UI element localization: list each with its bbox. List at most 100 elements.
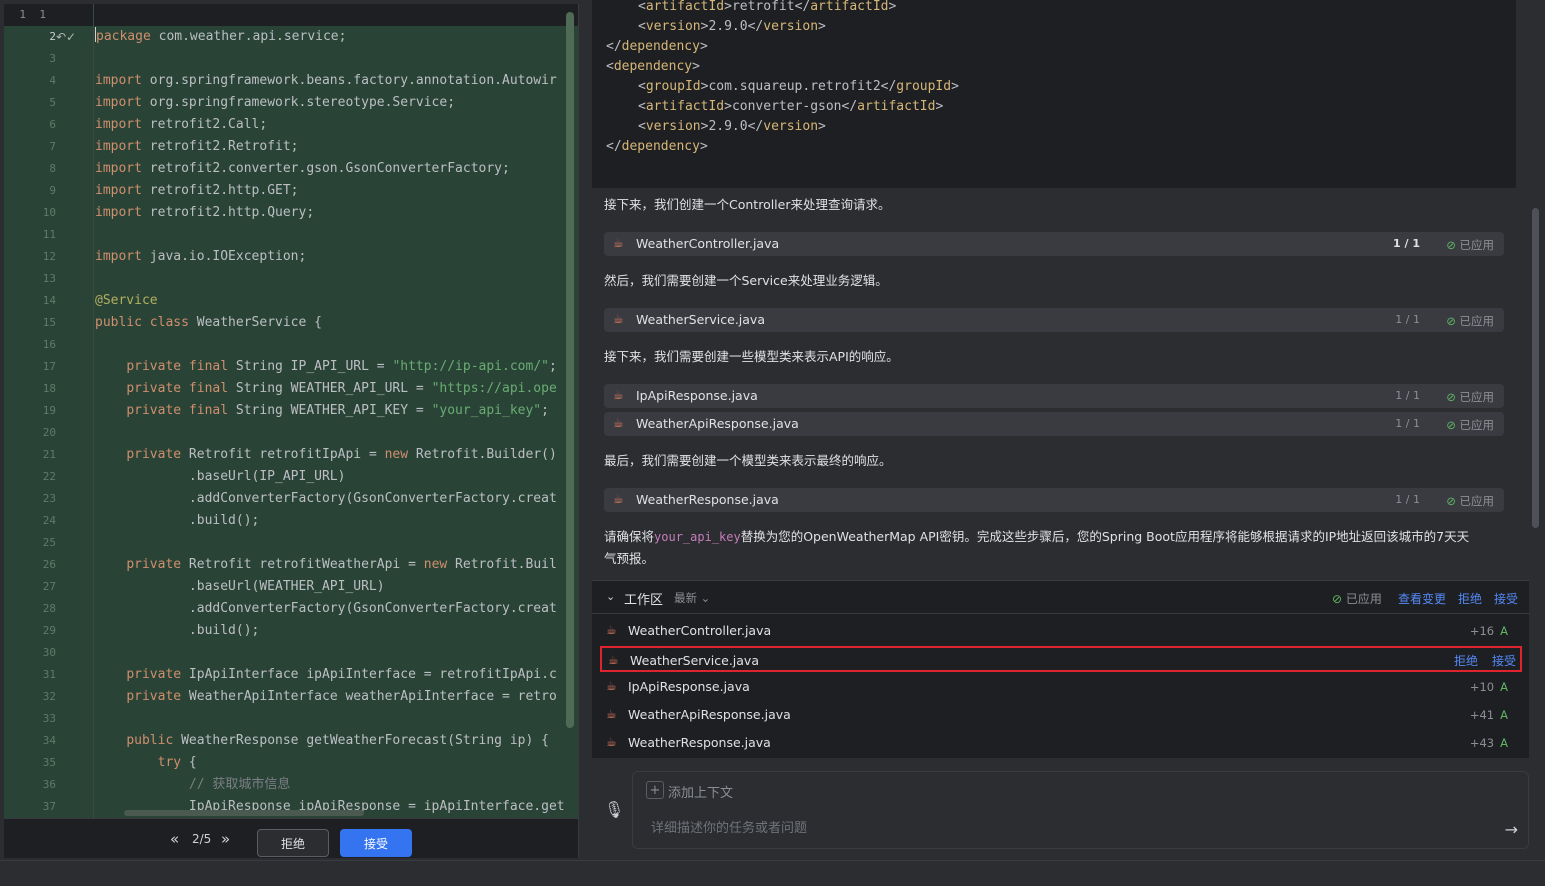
check-circle-icon: ⊘ bbox=[1446, 494, 1460, 508]
workspace-file-name[interactable]: WeatherResponse.java bbox=[628, 735, 771, 750]
add-context-button[interactable]: 添加上下文 bbox=[668, 782, 733, 801]
file-card-name: WeatherApiResponse.java bbox=[636, 416, 799, 431]
file-card[interactable]: ☕ WeatherService.java 1 / 1 ⊘ 已应用 bbox=[604, 308, 1504, 332]
prompt-input[interactable]: 详细描述你的任务或者问题 bbox=[651, 817, 1471, 836]
xml-bracket: </ bbox=[606, 39, 622, 54]
code-token: .baseUrl(WEATHER_API_URL) bbox=[95, 579, 385, 594]
workspace-file-row[interactable]: ☕ WeatherService.java 拒绝 接受 bbox=[600, 646, 1522, 672]
workspace-file-name[interactable]: WeatherController.java bbox=[628, 623, 771, 638]
next-change-icon[interactable]: » bbox=[221, 831, 230, 847]
xml-value: converter-gson bbox=[731, 99, 842, 114]
code-line: import java.io.IOException; bbox=[95, 246, 306, 268]
code-line: private IpApiInterface ipApiInterface = … bbox=[95, 664, 557, 686]
line-number: 16 bbox=[42, 338, 56, 351]
view-changes-link[interactable]: 查看变更 bbox=[1398, 590, 1446, 607]
code-token: import bbox=[95, 183, 142, 198]
chat-scrollbar[interactable] bbox=[1532, 208, 1539, 528]
file-card[interactable]: ☕ WeatherController.java 1 / 1 ⊘ 已应用 bbox=[604, 232, 1504, 256]
code-line: import retrofit2.http.Query; bbox=[95, 202, 314, 224]
code-token: .baseUrl(IP_API_URL) bbox=[95, 469, 346, 484]
workspace-file-name[interactable]: IpApiResponse.java bbox=[628, 679, 750, 694]
workspace-file-row[interactable]: ☕ IpApiResponse.java +10 A bbox=[600, 674, 1522, 700]
xml-tag: version bbox=[645, 19, 701, 34]
workspace-file-name[interactable]: WeatherApiResponse.java bbox=[628, 707, 791, 722]
message-paragraph: 接下来，我们需要创建一些模型类来表示API的响应。 bbox=[604, 349, 899, 364]
workspace-reject-link[interactable]: 拒绝 bbox=[1458, 590, 1482, 607]
status-bar bbox=[0, 860, 1545, 886]
code-line: public WeatherResponse getWeatherForecas… bbox=[95, 730, 549, 752]
line-number: 30 bbox=[42, 646, 56, 659]
code-token: @Service bbox=[95, 293, 158, 308]
xml-bracket: < bbox=[606, 59, 614, 74]
workspace-file-row[interactable]: ☕ WeatherController.java +16 A bbox=[600, 618, 1522, 644]
xml-line: <dependency> bbox=[606, 57, 700, 77]
adds-number: +16 bbox=[1469, 624, 1495, 638]
code-token: retrofit2.Retrofit; bbox=[141, 139, 299, 154]
row-reject-link[interactable]: 拒绝 bbox=[1454, 654, 1478, 668]
code-token: // 获取城市信息 bbox=[188, 777, 291, 792]
xml-tag: groupId bbox=[896, 79, 952, 94]
editor-horizontal-scrollbar[interactable] bbox=[124, 810, 364, 816]
file-card[interactable]: ☕ IpApiResponse.java 1 / 1 ⊘ 已应用 bbox=[604, 384, 1504, 408]
xml-line: <version>2.9.0</version> bbox=[638, 17, 826, 37]
accept-button[interactable]: 接受 bbox=[340, 829, 412, 857]
code-line: import retrofit2.converter.gson.GsonConv… bbox=[95, 158, 510, 180]
java-file-icon: ☕ bbox=[613, 312, 624, 326]
code-token: try bbox=[157, 755, 182, 770]
code-token: java.io.IOException; bbox=[141, 249, 307, 264]
workspace-accept-link[interactable]: 接受 bbox=[1494, 590, 1518, 607]
code-line: private Retrofit retrofitIpApi = new Ret… bbox=[95, 444, 557, 466]
java-file-icon: ☕ bbox=[613, 492, 624, 506]
workspace-file-name[interactable]: WeatherService.java bbox=[630, 653, 759, 668]
reject-button[interactable]: 拒绝 bbox=[257, 829, 329, 857]
chat-input-box[interactable]: + 添加上下文 详细描述你的任务或者问题 → bbox=[632, 771, 1529, 849]
added-flag: A bbox=[1500, 680, 1508, 694]
code-token: IpApiInterface ipApiInterface = retrofit… bbox=[181, 667, 557, 682]
prev-change-icon[interactable]: « bbox=[170, 831, 179, 847]
file-card[interactable]: ☕ WeatherApiResponse.java 1 / 1 ⊘ 已应用 bbox=[604, 412, 1504, 436]
added-flag: A bbox=[1500, 708, 1508, 722]
adds-number: +43 bbox=[1469, 736, 1495, 750]
line-number: 20 bbox=[42, 426, 56, 439]
workspace-file-row[interactable]: ☕ WeatherResponse.java +43 A bbox=[600, 730, 1522, 756]
latest-label: 最新 bbox=[674, 591, 697, 605]
line-number: 24 bbox=[42, 514, 56, 527]
xml-bracket: < bbox=[638, 79, 646, 94]
chevron-down-icon[interactable]: ⌄ bbox=[606, 590, 615, 603]
line-number: 31 bbox=[42, 668, 56, 681]
code-token: { bbox=[181, 755, 197, 770]
line-number: 14 bbox=[42, 294, 56, 307]
file-card[interactable]: ☕ WeatherResponse.java 1 / 1 ⊘ 已应用 bbox=[604, 488, 1504, 512]
workspace-file-row[interactable]: ☕ WeatherApiResponse.java +41 A bbox=[600, 702, 1522, 728]
workspace-latest-dropdown[interactable]: 最新 ⌄ bbox=[674, 590, 710, 606]
xml-bracket: > bbox=[699, 39, 708, 54]
xml-bracket: > bbox=[724, 0, 732, 14]
xml-tag: artifactId bbox=[810, 0, 889, 14]
file-card-name: IpApiResponse.java bbox=[636, 388, 758, 403]
code-token: Retrofit.Buil bbox=[447, 557, 557, 572]
applied-label: 已应用 bbox=[1459, 494, 1495, 508]
workspace-status: ⊘ 已应用 bbox=[1332, 590, 1382, 607]
send-arrow-icon[interactable]: → bbox=[1505, 820, 1518, 839]
code-line: .baseUrl(WEATHER_API_URL) bbox=[95, 576, 385, 598]
code-token: retrofit2.converter.gson.GsonConverterFa… bbox=[141, 161, 510, 176]
editor-vertical-scrollbar[interactable] bbox=[566, 12, 574, 728]
microphone-icon[interactable]: 🎙 bbox=[604, 800, 624, 819]
plus-icon[interactable]: + bbox=[646, 781, 664, 799]
xml-bracket: < bbox=[638, 19, 646, 34]
line-number: 5 bbox=[49, 96, 56, 109]
row-accept-link[interactable]: 接受 bbox=[1492, 654, 1516, 668]
xml-tag: artifactId bbox=[645, 0, 725, 14]
workspace-title[interactable]: 工作区 bbox=[624, 589, 663, 608]
check-circle-icon: ⊘ bbox=[1446, 390, 1460, 404]
code-line: package com.weather.api.service; bbox=[95, 26, 346, 48]
code-line: import retrofit2.Retrofit; bbox=[95, 136, 299, 158]
xml-value: 2.9.0 bbox=[708, 19, 748, 34]
xml-bracket: </ bbox=[606, 139, 622, 154]
revert-accept-icons[interactable]: ↶✓ bbox=[56, 30, 76, 44]
code-area[interactable]: package com.weather.api.service; import o… bbox=[95, 4, 565, 818]
code-line: .addConverterFactory(GsonConverterFactor… bbox=[95, 598, 557, 620]
xml-tag: version bbox=[763, 19, 819, 34]
